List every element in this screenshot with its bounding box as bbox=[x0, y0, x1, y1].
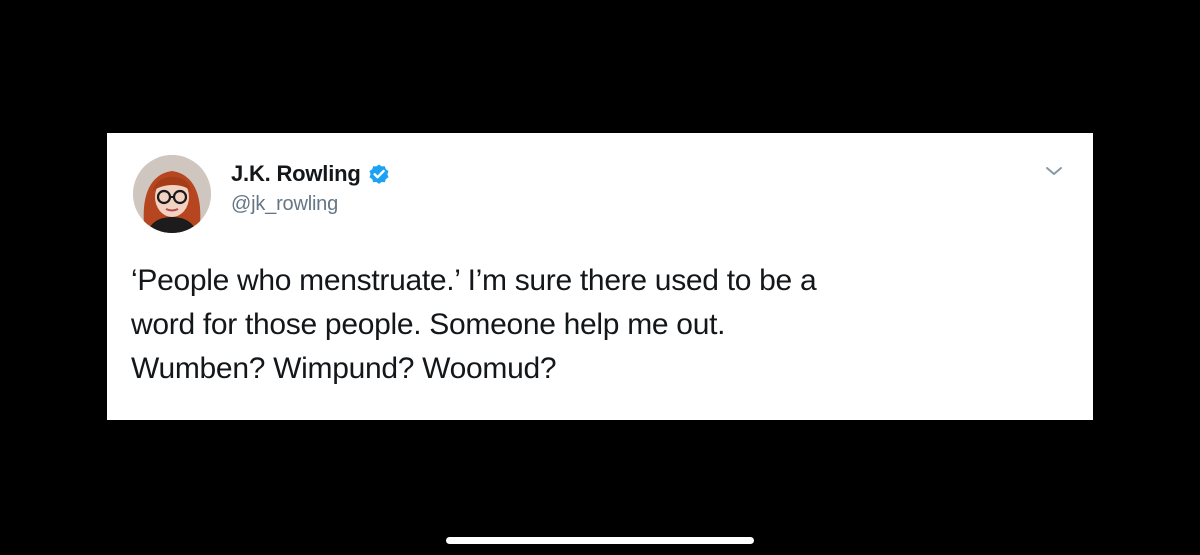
author-handle[interactable]: @jk_rowling bbox=[231, 193, 338, 216]
tweet-text-line: ‘People who menstruate.’ I’m sure there … bbox=[131, 264, 817, 297]
tweet-text-line: Wumben? Wimpund? Woomud? bbox=[131, 352, 557, 385]
home-indicator[interactable] bbox=[446, 537, 754, 544]
verified-badge-icon bbox=[367, 162, 391, 186]
author-name-row: J.K. Rowling bbox=[231, 159, 391, 189]
tweet-text: ‘People who menstruate.’ I’m sure there … bbox=[131, 259, 1051, 391]
avatar[interactable] bbox=[133, 155, 211, 233]
tweet-card: J.K. Rowling @jk_rowling ‘People who men… bbox=[107, 133, 1093, 420]
screenshot-screen: J.K. Rowling @jk_rowling ‘People who men… bbox=[0, 0, 1200, 555]
chevron-down-icon[interactable] bbox=[1043, 163, 1065, 179]
tweet-text-line: word for those people. Someone help me o… bbox=[131, 308, 726, 341]
avatar-image bbox=[133, 155, 211, 233]
author-display-name[interactable]: J.K. Rowling bbox=[231, 161, 361, 187]
